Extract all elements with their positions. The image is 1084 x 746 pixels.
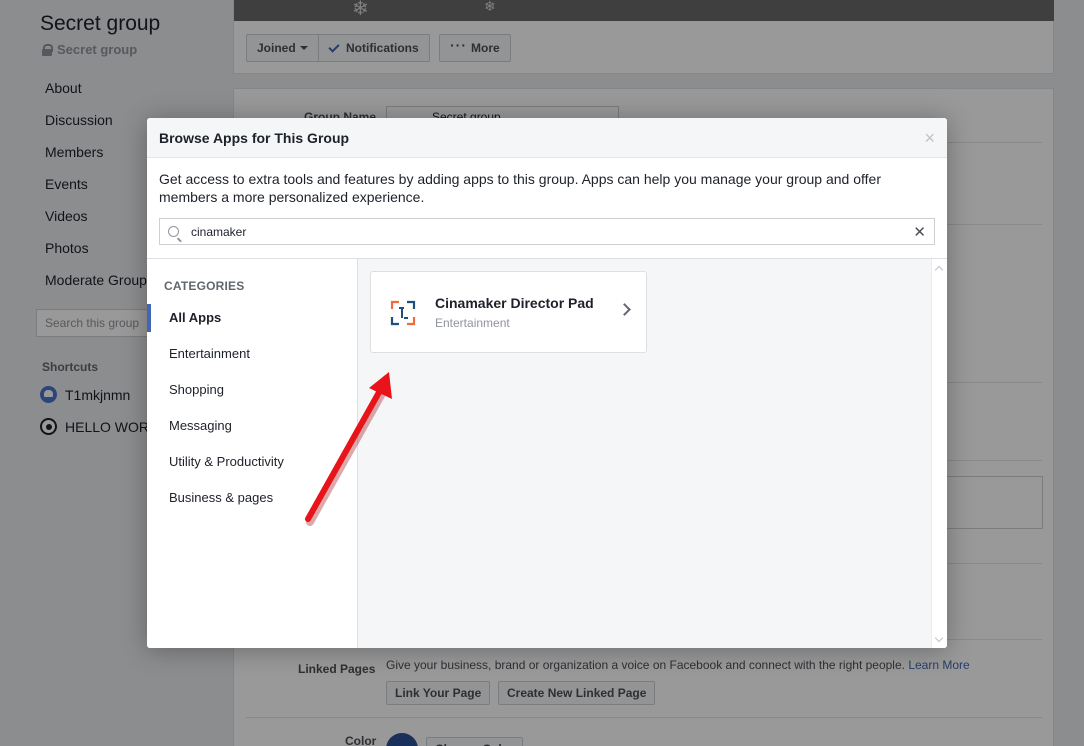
category-utility-productivity[interactable]: Utility & Productivity [147,448,357,476]
search-icon [168,226,179,237]
scroll-up-icon[interactable] [934,265,944,275]
dialog-body: CATEGORIES All Apps Entertainment Shoppi… [147,258,947,648]
browse-apps-dialog: Browse Apps for This Group × Get access … [147,118,947,648]
cinamaker-logo-icon [390,300,416,326]
scroll-down-icon[interactable] [934,633,944,643]
chevron-right-icon [618,303,631,316]
close-icon[interactable]: × [924,129,935,147]
results-scrollbar[interactable] [931,259,947,648]
app-results: Cinamaker Director Pad Entertainment [358,259,947,648]
categories-title: CATEGORIES [164,279,245,293]
category-shopping[interactable]: Shopping [147,376,357,404]
app-search-box[interactable]: ✕ [159,218,935,245]
app-category: Entertainment [435,316,510,330]
category-business-pages[interactable]: Business & pages [147,484,357,512]
dialog-title: Browse Apps for This Group [159,129,350,146]
dialog-description: Get access to extra tools and features b… [159,171,881,205]
clear-search-icon[interactable]: ✕ [913,223,926,241]
app-search-input[interactable] [191,224,914,239]
categories-sidebar: CATEGORIES All Apps Entertainment Shoppi… [147,259,358,648]
dialog-header: Browse Apps for This Group × [147,118,947,158]
category-messaging[interactable]: Messaging [147,412,357,440]
app-result-card[interactable]: Cinamaker Director Pad Entertainment [370,271,647,353]
app-name: Cinamaker Director Pad [435,295,594,311]
category-entertainment[interactable]: Entertainment [147,340,357,368]
category-all-apps[interactable]: All Apps [147,304,357,332]
